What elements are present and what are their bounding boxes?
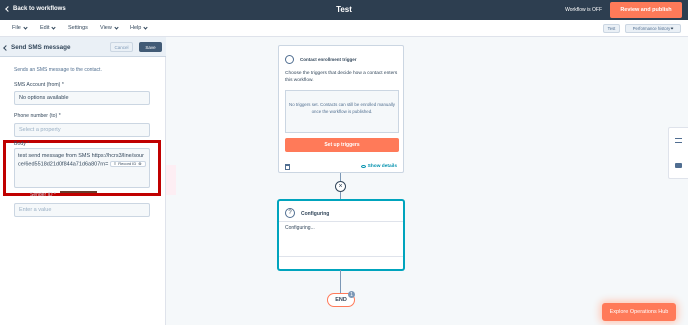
action-description: Sends an SMS message to the contact. <box>14 67 102 73</box>
sms-account-select[interactable]: No options available <box>14 91 150 105</box>
menu-settings[interactable]: Settings <box>68 25 88 31</box>
action-panel: Send SMS message Cancel Save Sends an SM… <box>0 37 166 325</box>
divider <box>279 221 403 222</box>
menu-bar: File Edit Settings View Help Test Perfor… <box>0 20 688 37</box>
menu-view[interactable]: View <box>100 24 119 31</box>
test-button[interactable]: Test <box>603 24 620 33</box>
action-title: Configuring <box>301 211 330 217</box>
review-and-publish-button[interactable]: Review and publish <box>610 2 682 18</box>
menu-edit-label: Edit <box>40 25 50 31</box>
workflow-canvas[interactable] <box>166 37 688 325</box>
show-details-link[interactable]: Show details <box>360 164 397 169</box>
performance-history-label: Performance history <box>632 26 671 31</box>
record-id-token[interactable]: ≡ Record ID ⊗ <box>109 160 146 168</box>
annotation-underline <box>60 191 97 193</box>
list-icon[interactable] <box>675 138 682 143</box>
token-icon: ≡ <box>113 160 117 166</box>
eye-icon <box>360 165 366 168</box>
chevron-down-icon <box>51 24 57 30</box>
panel-back-button[interactable]: Send SMS message <box>3 44 71 51</box>
chevron-down-icon <box>143 24 148 30</box>
explore-operations-hub-button[interactable]: Explore Operations Hub <box>602 303 676 321</box>
menu-settings-label: Settings <box>68 25 88 31</box>
panel-title: Send SMS message <box>11 44 71 51</box>
connector-line <box>340 270 341 293</box>
sender-id-label: Sender ID * <box>30 192 56 198</box>
phone-number-select[interactable]: Select a property <box>14 123 150 137</box>
workflow-status: Workflow is OFF <box>565 7 602 13</box>
chevron-left-icon <box>3 44 9 51</box>
action-body: Configuring... <box>285 225 315 231</box>
configuring-action-card[interactable]: ? Configuring Configuring... <box>278 200 404 270</box>
menu-file-label: File <box>12 25 21 31</box>
sms-account-label: SMS Account (from) * <box>14 82 64 88</box>
trash-icon[interactable] <box>285 164 290 170</box>
trigger-description: Choose the triggers that decide how a co… <box>285 71 398 83</box>
cancel-button[interactable]: Cancel <box>110 42 133 52</box>
no-triggers-message: No triggers set. Contacts can still be e… <box>285 90 399 133</box>
chat-icon[interactable] <box>675 163 682 168</box>
right-side-tabs <box>668 127 688 179</box>
chevron-down-icon <box>23 24 28 30</box>
performance-history-button[interactable]: Performance history <box>625 24 681 33</box>
menu-help[interactable]: Help <box>130 24 148 31</box>
question-icon: ? <box>285 208 295 218</box>
remove-token-icon[interactable]: ⊗ <box>138 160 141 168</box>
menu-file[interactable]: File <box>12 24 28 31</box>
contact-icon <box>285 55 294 64</box>
token-label: Record ID <box>118 160 137 166</box>
divider <box>279 256 403 257</box>
chevron-down-icon <box>670 26 674 29</box>
connector-line <box>340 173 341 181</box>
phone-number-label: Phone number (to) * <box>14 113 61 119</box>
menu-help-label: Help <box>130 25 142 31</box>
body-textarea[interactable]: test send message from SMS https://hcrs3… <box>14 148 150 188</box>
value-input[interactable]: Enter a value <box>14 203 150 217</box>
chevron-down-icon <box>114 24 119 30</box>
panel-header: Send SMS message Cancel Save <box>0 37 166 57</box>
menu-edit[interactable]: Edit <box>40 24 57 31</box>
menu-view-label: View <box>100 25 112 31</box>
connector-line <box>340 192 341 200</box>
body-label: Body * <box>14 141 30 147</box>
show-details-label: Show details <box>367 164 397 169</box>
top-bar: Back to workflows Test Workflow is OFF R… <box>0 0 688 20</box>
trigger-title: Contact enrollment trigger <box>300 57 357 62</box>
close-icon[interactable]: × <box>335 181 346 192</box>
save-button[interactable]: Save <box>139 42 162 52</box>
set-up-triggers-button[interactable]: Set up triggers <box>285 138 399 152</box>
enrollment-trigger-card[interactable]: Contact enrollment trigger Choose the tr… <box>278 45 404 173</box>
end-count-badge: 1 <box>348 291 355 298</box>
